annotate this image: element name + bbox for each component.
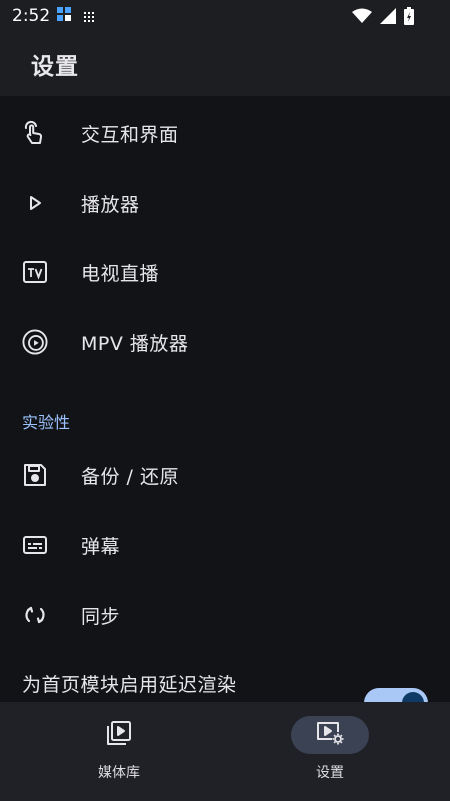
page-title: 设置 — [31, 54, 79, 80]
settings-item-interaction[interactable]: 交互和界面 — [0, 98, 450, 168]
media-library-icon — [105, 719, 133, 751]
play-icon — [22, 190, 48, 216]
wifi-icon — [352, 8, 372, 28]
toggle-thumb — [402, 692, 424, 702]
lazy-render-preference-label: 为首页模块启用延迟渲染 — [22, 674, 237, 696]
settings-item-label: 交互和界面 — [81, 123, 179, 146]
nav-label: 设置 — [316, 765, 344, 781]
nav-media-library[interactable]: 媒体库 — [59, 714, 179, 794]
settings-item-sync[interactable]: 同步 — [0, 580, 450, 650]
app-notification-icon — [56, 6, 72, 26]
settings-item-backup-restore[interactable]: 备份 / 还原 — [0, 440, 450, 510]
settings-list: 交互和界面 播放器 电视直播 MPV 播放器 实验性 备份 / 还原 弹幕 同步… — [0, 96, 450, 702]
tv-icon — [22, 259, 48, 285]
touch-icon — [22, 120, 48, 146]
settings-item-mpv-player[interactable]: MPV 播放器 — [0, 307, 450, 377]
settings-item-player[interactable]: 播放器 — [0, 168, 450, 238]
settings-item-label: 弹幕 — [81, 535, 121, 558]
nav-settings[interactable]: 设置 — [270, 714, 390, 794]
status-time: 2:52 — [12, 6, 51, 26]
settings-item-label: MPV 播放器 — [81, 332, 189, 355]
bottom-navigation: 媒体库 设置 — [0, 702, 450, 801]
nav-indicator — [80, 716, 158, 754]
settings-item-label: 电视直播 — [81, 262, 160, 285]
save-icon — [22, 462, 48, 488]
signal-icon — [380, 8, 396, 28]
app-bar: 设置 — [0, 32, 450, 96]
settings-item-label: 同步 — [81, 605, 121, 628]
grid-notification-icon — [84, 7, 95, 26]
mpv-icon — [22, 329, 48, 355]
settings-item-label: 备份 / 还原 — [81, 465, 179, 488]
sync-icon — [22, 602, 48, 628]
danmaku-icon — [22, 532, 48, 558]
section-header-experimental: 实验性 — [22, 413, 71, 432]
nav-label: 媒体库 — [98, 765, 140, 781]
settings-item-danmaku[interactable]: 弹幕 — [0, 510, 450, 580]
nav-indicator-active — [291, 716, 369, 754]
status-bar: 2:52 — [0, 0, 450, 32]
lazy-render-toggle[interactable] — [364, 688, 428, 702]
settings-item-label: 播放器 — [81, 193, 140, 216]
battery-icon — [404, 7, 414, 29]
settings-item-live-tv[interactable]: 电视直播 — [0, 237, 450, 307]
settings-icon — [315, 719, 345, 751]
